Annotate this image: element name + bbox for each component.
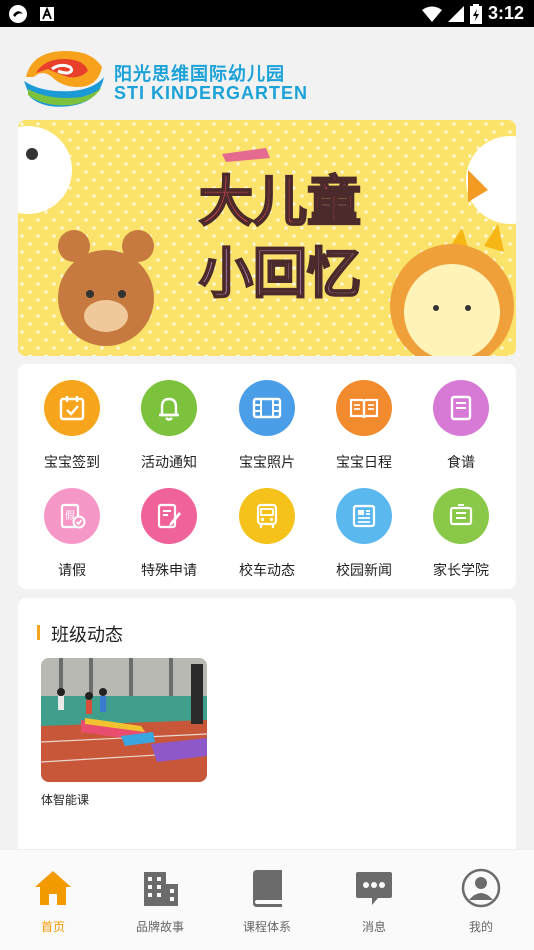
tab-label: 品牌故事 [135,920,184,934]
class-news-caption: 体智能课 [41,793,90,807]
menu-item-label: 宝宝日程 [336,455,392,471]
battery-icon [469,3,482,24]
menu-item-label: 请假 [58,563,86,579]
banner-title-line2: 小回忆 [199,242,361,305]
film-icon [252,397,282,419]
kindergarten-name-en: STI KINDERGARTEN [114,83,309,103]
menu-item-special-request[interactable]: 特殊申请 [121,488,217,588]
tab-label: 我的 [468,920,493,934]
app-header: 阳光思维国际幼儿园 STI KINDERGARTEN [0,27,534,115]
font-app-icon [40,7,54,21]
tab-curriculum[interactable]: 课程体系 [214,850,320,950]
tab-label: 首页 [40,920,65,934]
tab-home[interactable]: 首页 [0,850,106,950]
section-accent-bar [37,625,40,640]
tab-brand-story[interactable]: 品牌故事 [107,850,213,950]
menu-item-parent-academy[interactable]: 家长学院 [413,488,509,588]
app-notification-icon [9,5,27,23]
menu-item-label: 家长学院 [433,563,489,579]
menu-item-label: 食谱 [447,455,475,471]
sports-class-photo [41,658,207,782]
recipe-book-icon [450,395,472,421]
feature-menu: 宝宝签到 活动通知 宝宝照片 宝宝日程 食谱 假 请假 特殊申请 校车动态 校园… [18,364,516,589]
newspaper-icon [352,504,376,528]
school-bus-icon [256,503,278,528]
menu-item-label: 宝宝签到 [44,455,100,471]
tab-profile[interactable]: 我的 [428,850,534,950]
bottom-tab-bar: 首页 品牌故事 课程体系 消息 我的 [0,849,534,950]
status-bar: 3:12 [0,0,534,27]
signal-icon [447,5,464,22]
edit-form-icon [157,503,181,529]
tab-messages[interactable]: 消息 [321,850,427,950]
banner-carousel[interactable]: 大儿童 小回忆 [18,120,516,356]
menu-item-label: 特殊申请 [141,563,197,579]
section-title: 班级动态 [51,625,123,646]
book-icon [349,398,379,419]
clock: 3:12 [487,3,524,23]
class-news-photo[interactable] [41,658,207,782]
tab-label: 消息 [361,920,386,934]
menu-item-campus-news[interactable]: 校园新闻 [316,488,412,588]
banner-title-line1: 大儿童 [199,170,361,233]
menu-item-baby-photos[interactable]: 宝宝照片 [219,380,315,480]
menu-item-activity-notice[interactable]: 活动通知 [121,380,217,480]
banner-illustration: 大儿童 小回忆 [18,120,516,356]
menu-item-baby-schedule[interactable]: 宝宝日程 [316,380,412,480]
menu-item-label: 活动通知 [141,455,197,471]
menu-item-baby-checkin[interactable]: 宝宝签到 [24,380,120,480]
menu-item-leave[interactable]: 假 请假 [24,488,120,588]
menu-item-school-bus[interactable]: 校车动态 [219,488,315,588]
menu-item-label: 校车动态 [239,563,295,579]
menu-item-label: 校园新闻 [336,563,392,579]
wifi-icon [421,6,442,22]
class-news-section: 班级动态 体智能课 [18,598,516,850]
user-icon [461,868,501,908]
menu-item-recipe[interactable]: 食谱 [413,380,509,480]
menu-item-label: 宝宝照片 [239,455,295,471]
home-icon [35,871,71,905]
tab-label: 课程体系 [242,920,291,934]
building-icon [144,872,178,906]
kindergarten-logo [24,51,104,107]
blackboard-icon [449,504,473,526]
chat-bubble-icon [356,872,392,905]
book-closed-icon [253,870,282,907]
bell-icon [159,397,179,421]
calendar-check-icon [59,396,85,421]
leave-request-icon: 假 [60,503,86,529]
